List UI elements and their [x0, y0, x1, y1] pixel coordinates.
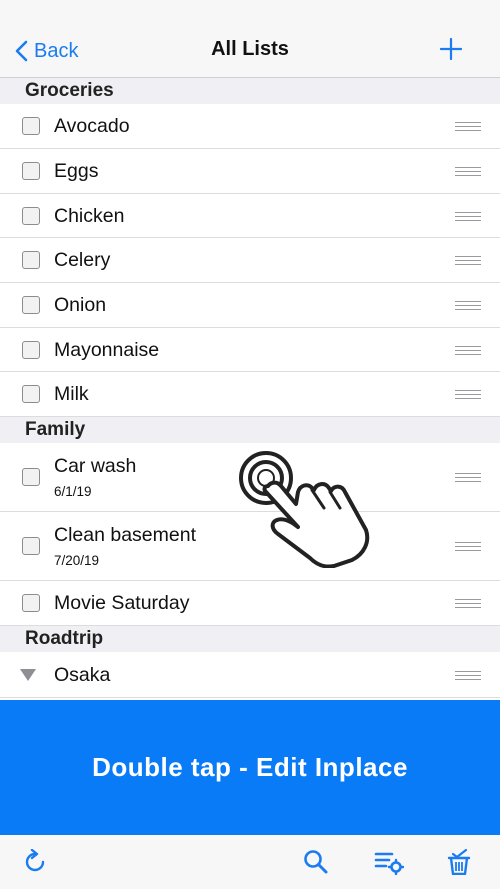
- item-label: Celery: [54, 249, 111, 271]
- item-label: Avocado: [54, 115, 130, 137]
- list-item[interactable]: Mayonnaise: [0, 328, 500, 372]
- item-label: Mayonnaise: [54, 339, 160, 361]
- drag-handle-icon[interactable]: [455, 390, 481, 400]
- drag-handle-icon[interactable]: [455, 212, 481, 222]
- page-title: All Lists: [211, 38, 289, 60]
- item-label: Chicken: [54, 205, 125, 227]
- drag-handle-icon[interactable]: [455, 671, 481, 681]
- list-item[interactable]: Celery: [0, 238, 500, 283]
- delete-checked-icon[interactable]: [446, 849, 472, 875]
- item-label: Car wash: [54, 455, 137, 477]
- list-item[interactable]: Osaka: [0, 652, 500, 698]
- checkbox[interactable]: [22, 296, 40, 314]
- double-tap-hand-icon: [239, 451, 370, 568]
- checkbox[interactable]: [22, 117, 40, 135]
- section-header-groceries: Groceries: [0, 78, 500, 104]
- list-item[interactable]: Avocado: [0, 104, 500, 149]
- drag-handle-icon[interactable]: [455, 542, 481, 552]
- hint-banner: Double tap - Edit Inplace: [0, 700, 500, 835]
- item-label: Onion: [54, 294, 107, 316]
- drag-handle-icon[interactable]: [455, 167, 481, 177]
- drag-handle-icon[interactable]: [455, 473, 481, 483]
- drag-handle-icon[interactable]: [455, 256, 481, 266]
- checkbox[interactable]: [22, 162, 40, 180]
- item-label: Milk: [54, 383, 89, 405]
- refresh-icon[interactable]: [22, 849, 48, 875]
- list-item[interactable]: Eggs: [0, 149, 500, 194]
- section-header-roadtrip: Roadtrip: [0, 626, 500, 652]
- list-settings-icon[interactable]: [374, 849, 404, 875]
- list-item[interactable]: Milk: [0, 372, 500, 417]
- checkbox[interactable]: [22, 251, 40, 269]
- checkbox[interactable]: [22, 207, 40, 225]
- hint-banner-text: Double tap - Edit Inplace: [92, 752, 408, 782]
- navigation-bar: Back All Lists: [0, 0, 500, 78]
- item-label: Movie Saturday: [54, 592, 190, 614]
- checkbox[interactable]: [22, 468, 40, 486]
- drag-handle-icon[interactable]: [455, 346, 481, 356]
- drag-handle-icon[interactable]: [455, 301, 481, 311]
- drag-handle-icon[interactable]: [455, 599, 481, 609]
- item-due-date: 6/1/19: [54, 484, 92, 499]
- checkbox[interactable]: [22, 594, 40, 612]
- list-item[interactable]: Chicken: [0, 194, 500, 238]
- plus-icon[interactable]: [440, 38, 462, 60]
- item-label: Clean basement: [54, 524, 197, 546]
- expand-triangle-icon[interactable]: [20, 669, 36, 681]
- checkbox[interactable]: [22, 537, 40, 555]
- item-label: Eggs: [54, 160, 99, 182]
- search-icon[interactable]: [303, 849, 329, 875]
- checkbox[interactable]: [22, 385, 40, 403]
- item-label: Osaka: [54, 664, 111, 686]
- drag-handle-icon[interactable]: [455, 122, 481, 132]
- bottom-toolbar: [0, 835, 500, 889]
- section-header-family: Family: [0, 417, 500, 443]
- item-due-date: 7/20/19: [54, 553, 100, 568]
- list-item[interactable]: Movie Saturday: [0, 581, 500, 626]
- list-item[interactable]: Onion: [0, 283, 500, 328]
- checkbox[interactable]: [22, 341, 40, 359]
